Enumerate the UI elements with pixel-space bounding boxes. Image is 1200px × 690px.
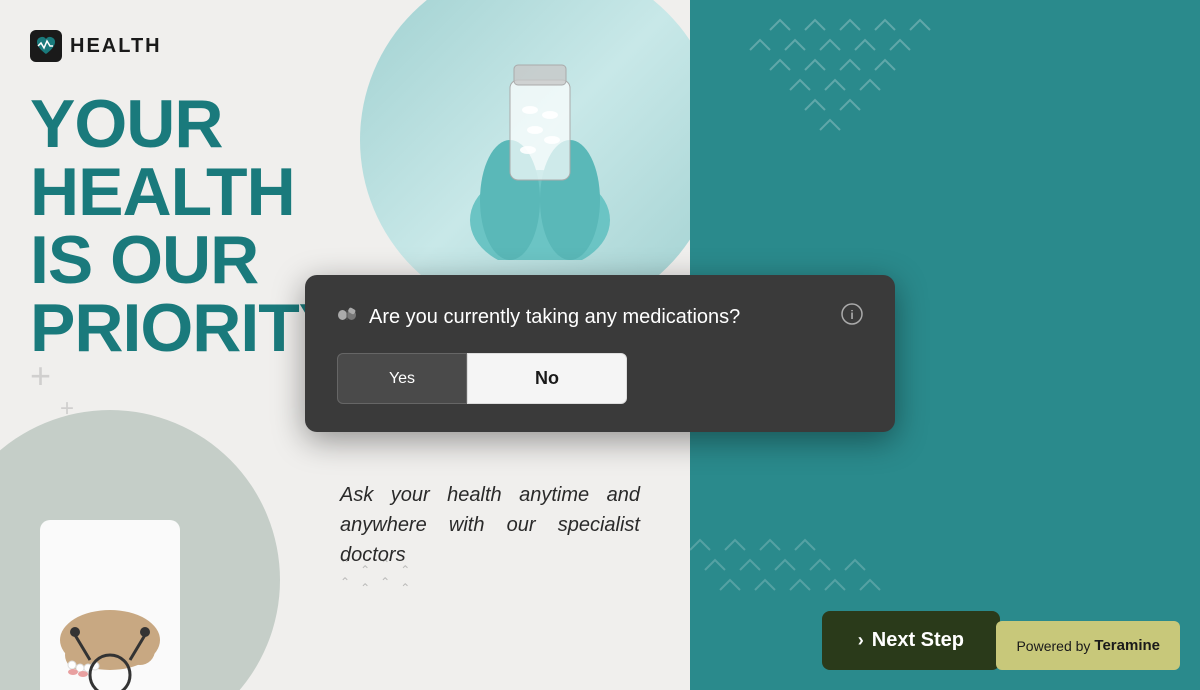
headline-line2: HEALTH xyxy=(30,158,343,226)
next-step-label: Next Step xyxy=(872,629,964,652)
next-arrow-icon: › xyxy=(858,630,864,651)
right-panel-chevrons xyxy=(690,0,1200,300)
headline-line4: PRIORITY xyxy=(30,294,343,362)
right-panel-bottom-chevrons xyxy=(690,410,1200,610)
powered-by-prefix: Powered by xyxy=(1016,638,1090,654)
doctor-text-block: Ask your health anytime and anywhere wit… xyxy=(340,480,640,570)
doctor-hands-svg xyxy=(0,440,220,690)
doctor-image xyxy=(0,410,280,690)
dialog-title-group: Are you currently taking any medications… xyxy=(337,306,740,329)
svg-text:i: i xyxy=(850,308,853,322)
heartbeat-icon xyxy=(30,30,62,62)
powered-by-badge: Powered by Teramine xyxy=(996,621,1180,670)
powered-by-brand: Teramine xyxy=(1094,637,1160,654)
pill-bottle-image xyxy=(360,0,690,320)
pills-icon xyxy=(337,306,359,329)
next-step-button[interactable]: › Next Step xyxy=(822,611,1000,670)
no-button[interactable]: No xyxy=(467,353,627,404)
yes-button[interactable]: Yes xyxy=(337,353,467,404)
headline-line1: YOUR xyxy=(30,90,343,158)
headline: YOUR HEALTH IS OUR PRIORITY xyxy=(30,90,343,362)
plus-decoration-2: + xyxy=(60,395,74,423)
dialog-buttons: Yes No xyxy=(337,353,863,404)
dialog-header: Are you currently taking any medications… xyxy=(337,303,863,331)
dialog-question: Are you currently taking any medications… xyxy=(369,306,740,329)
logo-text: HEALTH xyxy=(70,35,162,58)
medication-dialog: Are you currently taking any medications… xyxy=(305,275,895,432)
info-icon[interactable]: i xyxy=(841,303,863,331)
pill-bottle-svg xyxy=(440,20,640,260)
headline-line3: IS OUR xyxy=(30,226,343,294)
doctor-text: Ask your health anytime and anywhere wit… xyxy=(340,480,640,570)
logo: HEALTH xyxy=(30,30,162,62)
